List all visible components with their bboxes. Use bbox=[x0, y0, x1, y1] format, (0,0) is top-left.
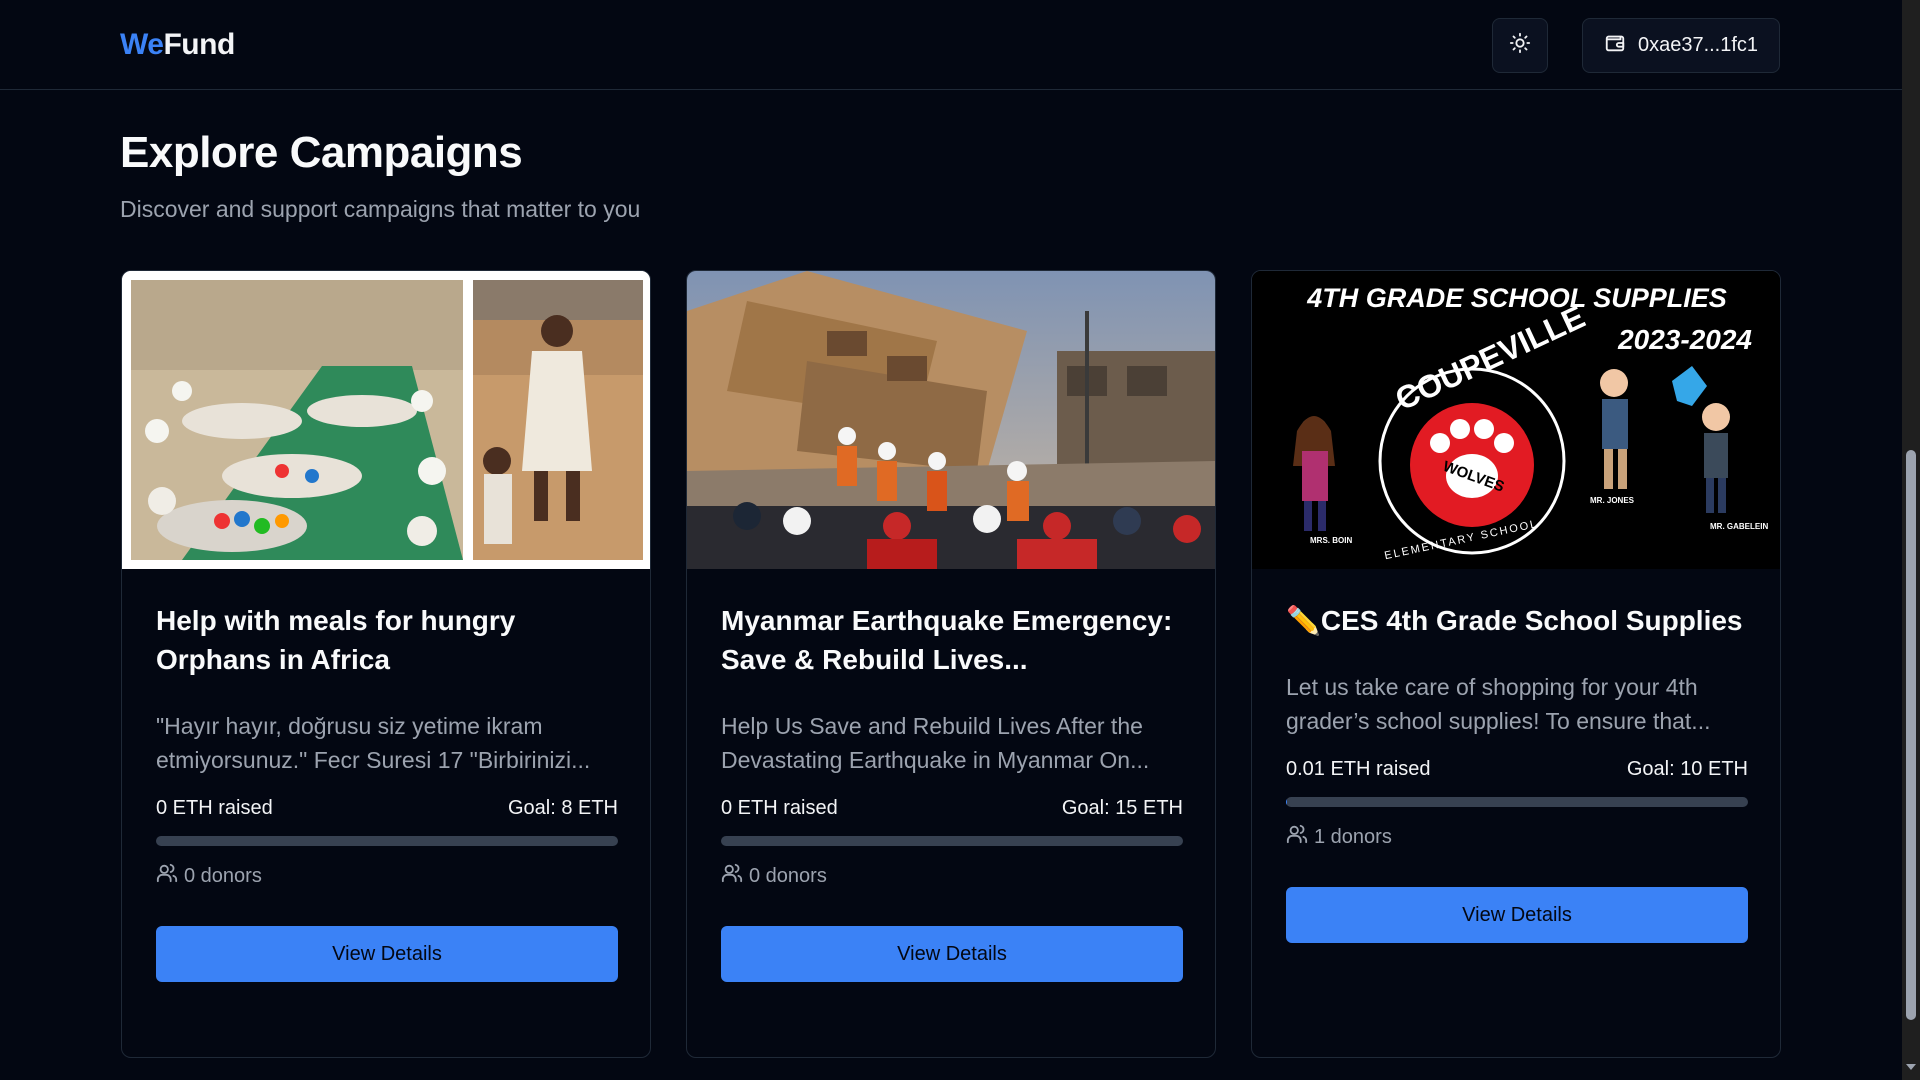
campaign-title: Help with meals for hungry Orphans in Af… bbox=[156, 605, 516, 675]
donor-count-label: 0 donors bbox=[184, 864, 262, 887]
campaign-stats: 0.01 ETH raised Goal: 10 ETH bbox=[1286, 758, 1748, 781]
progress-bar bbox=[156, 836, 618, 846]
donor-count-label: 0 donors bbox=[749, 864, 827, 887]
view-details-button[interactable]: View Details bbox=[156, 926, 618, 982]
wallet-icon bbox=[1604, 32, 1626, 60]
campaign-image bbox=[687, 271, 1215, 569]
users-icon bbox=[721, 862, 743, 890]
campaign-card-body: ✏️CES 4th Grade School Supplies Let us t… bbox=[1286, 601, 1748, 943]
users-icon bbox=[156, 862, 178, 890]
goal-amount: Goal: 8 ETH bbox=[507, 797, 618, 819]
campaign-title: Myanmar Earthquake Emergency: Save & Reb… bbox=[721, 605, 1173, 675]
raised-amount: 0.01 ETH raised bbox=[1286, 758, 1431, 780]
top-navbar: WeFund 0xae37...1fc1 bbox=[0, 0, 1902, 90]
scroll-down-arrow-icon[interactable] bbox=[1906, 1064, 1916, 1070]
raised-amount: 0 ETH raised bbox=[721, 797, 838, 819]
donor-count: 0 donors bbox=[156, 862, 618, 890]
wefund-logo[interactable]: WeFund bbox=[120, 28, 235, 62]
wallet-address: 0xae37...1fc1 bbox=[1637, 34, 1759, 56]
poster-teacher-1: MRS. BOIN bbox=[1310, 536, 1352, 545]
raised-amount: 0 ETH raised bbox=[156, 797, 273, 819]
view-details-button[interactable]: View Details bbox=[1286, 887, 1748, 943]
scrollbar-thumb[interactable] bbox=[1906, 450, 1916, 1020]
campaign-description: Let us take care of shopping for your 4t… bbox=[1286, 674, 1711, 734]
page-subtitle: Discover and support campaigns that matt… bbox=[120, 196, 641, 222]
wallet-button[interactable]: 0xae37...1fc1 bbox=[1582, 18, 1780, 73]
campaign-card-body: Myanmar Earthquake Emergency: Save & Reb… bbox=[721, 601, 1183, 982]
campaign-description: "Hayır hayır, doğrusu siz yetime ikram e… bbox=[156, 713, 591, 773]
campaign-card-body: Help with meals for hungry Orphans in Af… bbox=[156, 601, 618, 982]
campaign-stats: 0 ETH raised Goal: 15 ETH bbox=[721, 797, 1183, 820]
goal-amount: Goal: 10 ETH bbox=[1626, 758, 1748, 780]
progress-bar bbox=[721, 836, 1183, 846]
page-scrollbar[interactable] bbox=[1902, 0, 1920, 1080]
logo-fund: Fund bbox=[163, 28, 235, 61]
page-title: Explore Campaigns bbox=[120, 128, 523, 177]
poster-year: 2023-2024 bbox=[1617, 324, 1752, 355]
campaign-stats: 0 ETH raised Goal: 8 ETH bbox=[156, 797, 618, 820]
donor-count-label: 1 donors bbox=[1314, 825, 1392, 848]
campaign-card[interactable]: Myanmar Earthquake Emergency: Save & Reb… bbox=[686, 270, 1216, 1058]
donor-count: 0 donors bbox=[721, 862, 1183, 890]
campaign-title: ✏️CES 4th Grade School Supplies bbox=[1286, 605, 1743, 636]
donor-count: 1 donors bbox=[1286, 823, 1748, 851]
sun-icon bbox=[1509, 32, 1531, 59]
campaign-image bbox=[122, 271, 650, 569]
goal-amount: Goal: 15 ETH bbox=[1061, 797, 1183, 819]
campaign-card[interactable]: Help with meals for hungry Orphans in Af… bbox=[121, 270, 651, 1058]
campaign-description: Help Us Save and Rebuild Lives After the… bbox=[721, 713, 1150, 773]
view-details-button[interactable]: View Details bbox=[721, 926, 1183, 982]
logo-we: We bbox=[120, 28, 164, 61]
campaign-card[interactable]: 4TH GRADE SCHOOL SUPPLIES 2023-2024 COUP… bbox=[1251, 270, 1781, 1058]
poster-teacher-3: MR. GABELEIN bbox=[1710, 522, 1768, 531]
poster-teacher-2: MR. JONES bbox=[1590, 496, 1635, 505]
progress-bar bbox=[1286, 797, 1748, 807]
poster-heading: 4TH GRADE SCHOOL SUPPLIES bbox=[1306, 283, 1727, 313]
users-icon bbox=[1286, 823, 1308, 851]
campaign-image: 4TH GRADE SCHOOL SUPPLIES 2023-2024 COUP… bbox=[1252, 271, 1780, 569]
theme-toggle-button[interactable] bbox=[1492, 18, 1548, 73]
